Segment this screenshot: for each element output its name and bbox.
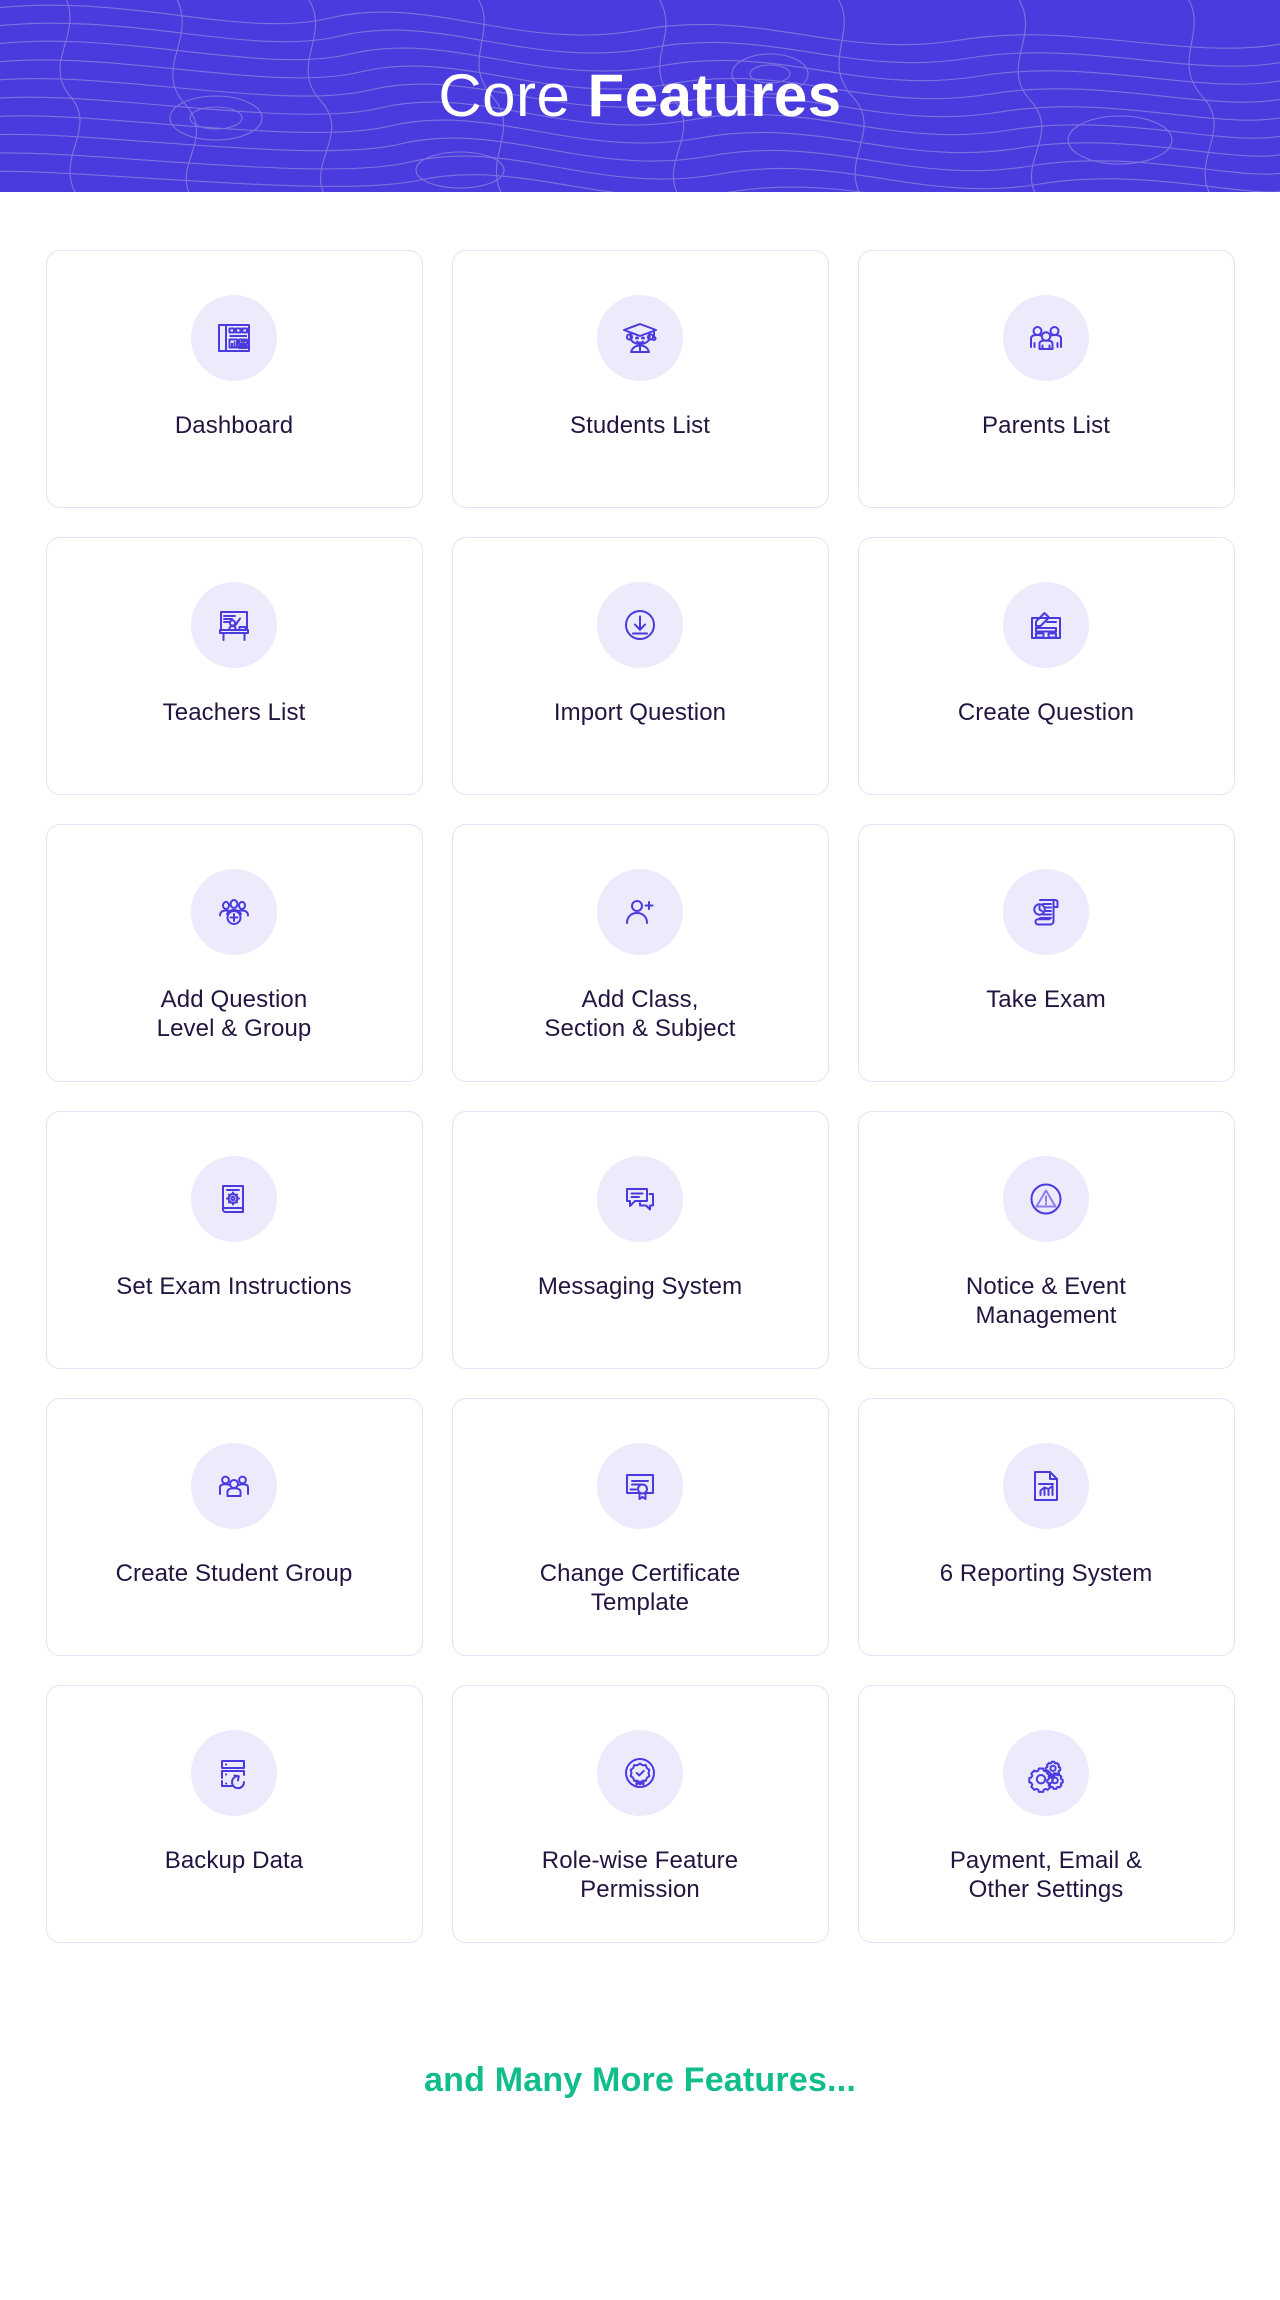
- feature-card-create-student-group[interactable]: Create Student Group: [45, 1398, 423, 1656]
- people-group-icon: [191, 1443, 277, 1529]
- feature-card-add-class-section-subject[interactable]: Add Class, Section & Subject: [451, 824, 829, 1082]
- download-circle-icon: [597, 582, 683, 668]
- feature-card-take-exam[interactable]: Take Exam: [857, 824, 1235, 1082]
- footer: and Many More Features...: [0, 2061, 1280, 2100]
- page-header: Core Features: [0, 0, 1280, 192]
- feature-card-students-list[interactable]: Students List: [451, 250, 829, 508]
- feature-label: Set Exam Instructions: [116, 1273, 352, 1300]
- feature-card-teachers-list[interactable]: Teachers List: [45, 537, 423, 795]
- feature-label: Students List: [569, 412, 711, 439]
- feature-label: Dashboard: [174, 412, 294, 439]
- feature-label: Create Student Group: [115, 1560, 353, 1587]
- feature-card-messaging-system[interactable]: Messaging System: [451, 1111, 829, 1369]
- feature-label: Backup Data: [164, 1847, 304, 1874]
- book-gear-icon: [191, 1156, 277, 1242]
- feature-card-parents-list[interactable]: Parents List: [857, 250, 1235, 508]
- more-features-text: and Many More Features...: [424, 2061, 856, 2099]
- feature-card-role-wise-feature-permission[interactable]: Role-wise Feature Permission: [451, 1685, 829, 1943]
- feature-label: Role-wise Feature Permission: [541, 1847, 739, 1904]
- feature-card-dashboard[interactable]: Dashboard: [45, 250, 423, 508]
- feature-card-change-certificate-template[interactable]: Change Certificate Template: [451, 1398, 829, 1656]
- gears-icon: [1003, 1730, 1089, 1816]
- feature-card-notice-event-management[interactable]: Notice & Event Management: [857, 1111, 1235, 1369]
- group-add-icon: [191, 869, 277, 955]
- feature-card-set-exam-instructions[interactable]: Set Exam Instructions: [45, 1111, 423, 1369]
- feature-card-reporting-system[interactable]: 6 Reporting System: [857, 1398, 1235, 1656]
- teacher-whiteboard-icon: [191, 582, 277, 668]
- feature-label: Add Question Level & Group: [156, 986, 312, 1043]
- feature-label: Create Question: [957, 699, 1135, 726]
- feature-card-import-question[interactable]: Import Question: [451, 537, 829, 795]
- report-chart-document-icon: [1003, 1443, 1089, 1529]
- page-title-part2: Features: [587, 62, 842, 129]
- feature-label: Add Class, Section & Subject: [544, 986, 736, 1043]
- page-title-part1: Core: [438, 62, 588, 129]
- feature-label: Teachers List: [162, 699, 306, 726]
- feature-card-backup-data[interactable]: Backup Data: [45, 1685, 423, 1943]
- feature-label: 6 Reporting System: [939, 1560, 1153, 1587]
- form-pencil-icon: [1003, 582, 1089, 668]
- person-add-icon: [597, 869, 683, 955]
- feature-label: Take Exam: [986, 986, 1106, 1013]
- feature-label: Change Certificate Template: [539, 1560, 741, 1617]
- feature-label: Import Question: [553, 699, 727, 726]
- feature-label: Messaging System: [537, 1273, 743, 1300]
- badge-check-icon: [597, 1730, 683, 1816]
- feature-card-create-question[interactable]: Create Question: [857, 537, 1235, 795]
- feature-label: Notice & Event Management: [965, 1273, 1127, 1330]
- dashboard-icon: [191, 295, 277, 381]
- graduate-student-icon: [597, 295, 683, 381]
- feature-card-add-question-level-group[interactable]: Add Question Level & Group: [45, 824, 423, 1082]
- server-restore-icon: [191, 1730, 277, 1816]
- certificate-ribbon-icon: [597, 1443, 683, 1529]
- exam-scroll-clock-icon: [1003, 869, 1089, 955]
- feature-label: Parents List: [982, 412, 1110, 439]
- feature-label: Payment, Email & Other Settings: [949, 1847, 1143, 1904]
- page-title: Core Features: [0, 0, 1280, 192]
- alert-triangle-circle-icon: [1003, 1156, 1089, 1242]
- family-group-icon: [1003, 295, 1089, 381]
- feature-grid: Dashboard Students List Parents List Tea…: [45, 192, 1235, 1943]
- core-features-page: Core Features Dashboard Students List Pa…: [0, 0, 1280, 2300]
- feature-card-payment-email-other-settings[interactable]: Payment, Email & Other Settings: [857, 1685, 1235, 1943]
- chat-bubbles-icon: [597, 1156, 683, 1242]
